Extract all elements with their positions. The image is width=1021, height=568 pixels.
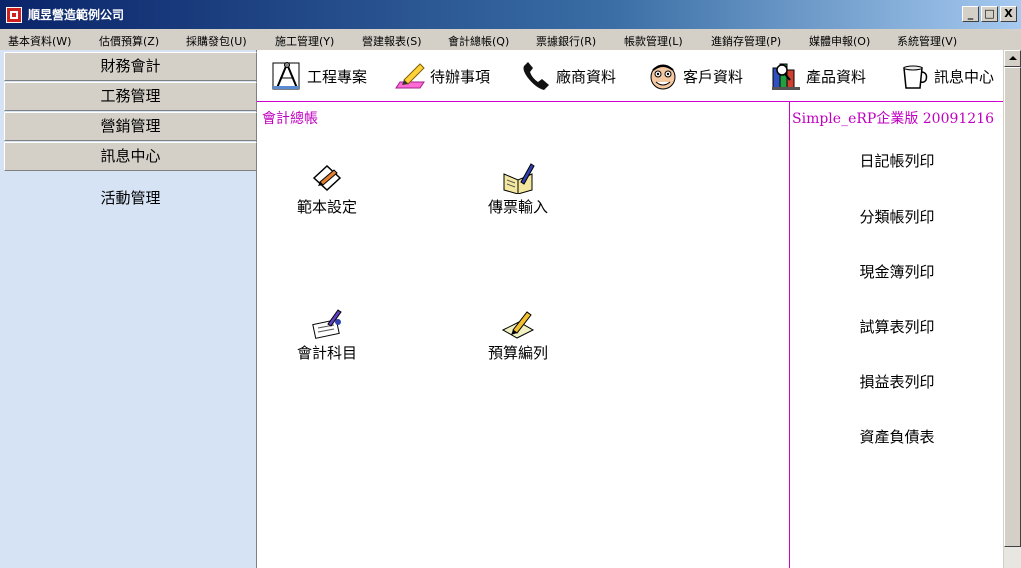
minimize-button[interactable]: _ bbox=[962, 6, 979, 22]
scroll-thumb[interactable] bbox=[1004, 67, 1021, 547]
vertical-scrollbar[interactable] bbox=[1003, 50, 1021, 568]
sidebar-link-activities[interactable]: 活動管理 bbox=[4, 187, 257, 208]
sidebar-item-finance[interactable]: 財務會計 bbox=[4, 52, 257, 81]
report-cashbook-print[interactable]: 現金簿列印 bbox=[817, 261, 977, 282]
menu-general-ledger[interactable]: 會計總帳(Q) bbox=[448, 33, 509, 49]
menu-construction[interactable]: 施工管理(Y) bbox=[275, 33, 334, 49]
app-logo-icon bbox=[6, 6, 22, 23]
menu-system[interactable]: 系統管理(V) bbox=[897, 33, 957, 49]
menu-inventory[interactable]: 進銷存管理(P) bbox=[711, 33, 781, 49]
telephone-icon bbox=[523, 62, 549, 90]
toolbar: 工程專案 待辦事項 廠商資料 客戶資料 產品資料 訊息中心 bbox=[257, 50, 1003, 102]
sidebar-item-messages[interactable]: 訊息中心 bbox=[4, 142, 257, 171]
books-icon bbox=[772, 63, 800, 90]
main-content: 工程專案 待辦事項 廠商資料 客戶資料 產品資料 訊息中心 會計總帳 Simpl… bbox=[257, 50, 1003, 568]
func-budget-planning-label: 預算編列 bbox=[487, 344, 548, 362]
sidebar: 財務會計 工務管理 營銷管理 訊息中心 活動管理 bbox=[0, 50, 257, 568]
scroll-up-button[interactable] bbox=[1004, 50, 1021, 67]
toolbar-todo-label: 待辦事項 bbox=[430, 67, 491, 86]
report-trial-balance-print[interactable]: 試算表列印 bbox=[817, 316, 977, 337]
func-voucher-entry[interactable]: 傳票輸入 bbox=[458, 162, 578, 217]
report-journal-print[interactable]: 日記帳列印 bbox=[817, 150, 977, 171]
content-divider bbox=[789, 102, 790, 568]
accounting-pen-icon bbox=[312, 309, 342, 339]
toolbar-projects[interactable]: 工程專案 bbox=[271, 58, 367, 94]
window-controls: _ □ X bbox=[962, 6, 1017, 22]
maximize-button[interactable]: □ bbox=[981, 6, 998, 22]
face-icon bbox=[650, 64, 676, 90]
template-icon bbox=[312, 164, 342, 192]
menu-estimate-budget[interactable]: 估價預算(Z) bbox=[99, 33, 159, 49]
report-ledger-print[interactable]: 分類帳列印 bbox=[817, 206, 977, 227]
toolbar-messages[interactable]: 訊息中心 bbox=[898, 58, 994, 94]
func-budget-planning[interactable]: 預算編列 bbox=[458, 308, 578, 363]
budget-pencil-icon bbox=[501, 311, 535, 339]
menu-notes-bank[interactable]: 票據銀行(R) bbox=[536, 33, 596, 49]
close-button[interactable]: X bbox=[1000, 6, 1017, 22]
toolbar-products-label: 產品資料 bbox=[806, 67, 867, 86]
toolbar-products[interactable]: 產品資料 bbox=[770, 58, 866, 94]
toolbar-projects-label: 工程專案 bbox=[307, 67, 368, 86]
func-chart-of-accounts[interactable]: 會計科目 bbox=[267, 308, 387, 363]
menu-procurement[interactable]: 採購發包(U) bbox=[186, 33, 247, 49]
sidebar-item-marketing[interactable]: 營銷管理 bbox=[4, 112, 257, 141]
func-chart-of-accounts-label: 會計科目 bbox=[296, 344, 357, 362]
menu-bar: 基本資料(W) 估價預算(Z) 採購發包(U) 施工管理(Y) 營建報表(S) … bbox=[0, 30, 1021, 50]
report-balance-sheet[interactable]: 資產負債表 bbox=[817, 426, 977, 447]
pencil-eraser-icon bbox=[395, 63, 425, 89]
report-income-statement-print[interactable]: 損益表列印 bbox=[817, 371, 977, 392]
toolbar-vendors-label: 廠商資料 bbox=[556, 67, 617, 86]
menu-reports[interactable]: 營建報表(S) bbox=[362, 33, 422, 49]
menu-media-report[interactable]: 媒體申報(O) bbox=[809, 33, 870, 49]
func-template-settings[interactable]: 範本設定 bbox=[267, 162, 387, 217]
sidebar-item-engineering[interactable]: 工務管理 bbox=[4, 82, 257, 111]
title-bar[interactable]: 順昱營造範例公司 _ □ X bbox=[0, 0, 1021, 29]
voucher-book-icon bbox=[503, 163, 535, 194]
section-title: 會計總帳 bbox=[262, 111, 318, 127]
toolbar-customers[interactable]: 客戶資料 bbox=[647, 58, 743, 94]
func-voucher-entry-label: 傳票輸入 bbox=[487, 198, 548, 216]
version-label: Simple_eRP企業版 20091216 bbox=[792, 111, 995, 127]
menu-basic-data[interactable]: 基本資料(W) bbox=[8, 33, 71, 49]
toolbar-vendors[interactable]: 廠商資料 bbox=[520, 58, 616, 94]
toolbar-messages-label: 訊息中心 bbox=[934, 67, 995, 86]
compass-ruler-icon bbox=[272, 62, 300, 90]
menu-accounts[interactable]: 帳款管理(L) bbox=[624, 33, 683, 49]
coffee-cup-icon bbox=[903, 65, 928, 89]
window-title: 順昱營造範例公司 bbox=[28, 8, 125, 22]
toolbar-customers-label: 客戶資料 bbox=[683, 67, 744, 86]
toolbar-todo[interactable]: 待辦事項 bbox=[394, 58, 490, 94]
func-template-settings-label: 範本設定 bbox=[296, 198, 357, 216]
app-window: 順昱營造範例公司 _ □ X 基本資料(W) 估價預算(Z) 採購發包(U) 施… bbox=[0, 0, 1021, 568]
